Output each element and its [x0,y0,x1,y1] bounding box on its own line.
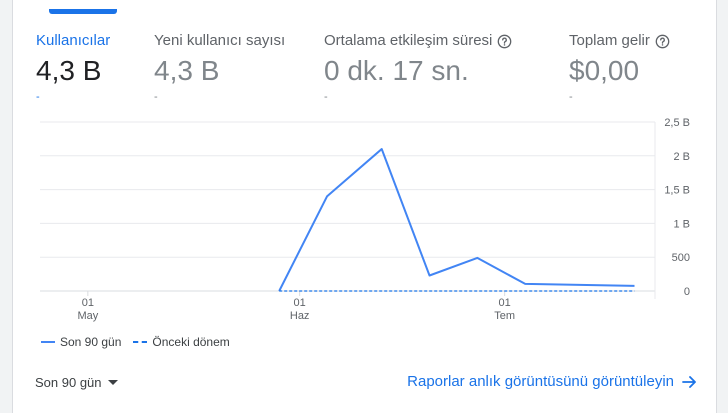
legend-item-current: Son 90 gün [41,335,121,349]
caret-down-icon [107,380,118,385]
report-link-label: Raporlar anlık görüntüsünü görüntüleyin [407,373,674,390]
x-tick-month-label: May [77,310,98,322]
x-tick-month-label: Haz [290,310,310,322]
legend-label: Önceki dönem [152,335,230,349]
y-tick-label: 1 B [673,218,690,230]
users-line-chart: 05001 B1,5 B2 B2,5 B01May01Haz01Tem [40,117,690,322]
legend-item-previous: Önceki dönem [133,335,230,349]
x-tick-day-label: 01 [82,297,94,309]
x-tick-month-label: Tem [494,310,515,322]
view-report-snapshot-link[interactable]: Raporlar anlık görüntüsünü görüntüleyin [407,373,698,390]
chart-legend: Son 90 gün Önceki dönem [41,335,242,349]
y-tick-label: 500 [672,252,690,264]
legend-swatch-dashed [133,341,148,343]
series-line-current [278,148,635,292]
x-tick-day-label: 01 [499,297,511,309]
y-tick-label: 1,5 B [664,185,690,197]
arrow-right-icon [682,375,696,388]
y-tick-label: 2,5 B [664,117,690,129]
date-range-label: Son 90 gün [35,375,102,390]
legend-swatch-solid [41,341,55,343]
date-range-dropdown[interactable]: Son 90 gün [35,375,118,390]
legend-label: Son 90 gün [60,335,122,349]
y-tick-label: 0 [684,286,690,298]
x-tick-day-label: 01 [294,297,306,309]
y-tick-label: 2 B [673,151,690,163]
